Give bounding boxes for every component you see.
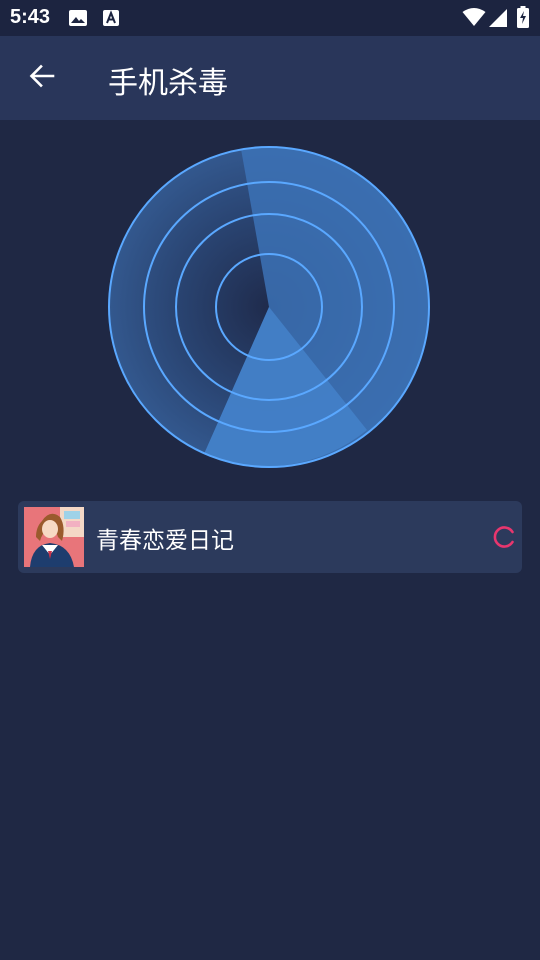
app-icon (24, 507, 84, 567)
battery-charging-icon (517, 6, 529, 32)
arrow-left-icon (28, 62, 56, 94)
scan-item-card: 青春恋爱日记 (18, 501, 522, 573)
loading-spinner-icon (492, 525, 516, 549)
scan-item-app-name: 青春恋爱日记 (96, 528, 234, 554)
status-bar: 5:43 (0, 0, 540, 36)
page-title: 手机杀毒 (108, 66, 228, 101)
back-button[interactable] (18, 56, 66, 100)
status-time: 5:43 (10, 6, 51, 28)
scan-radar (107, 145, 431, 469)
app-bar: 手机杀毒 (0, 36, 540, 120)
text-a-icon (102, 9, 120, 31)
cell-signal-icon (488, 8, 508, 32)
wifi-icon (462, 7, 486, 31)
image-icon (68, 9, 88, 31)
